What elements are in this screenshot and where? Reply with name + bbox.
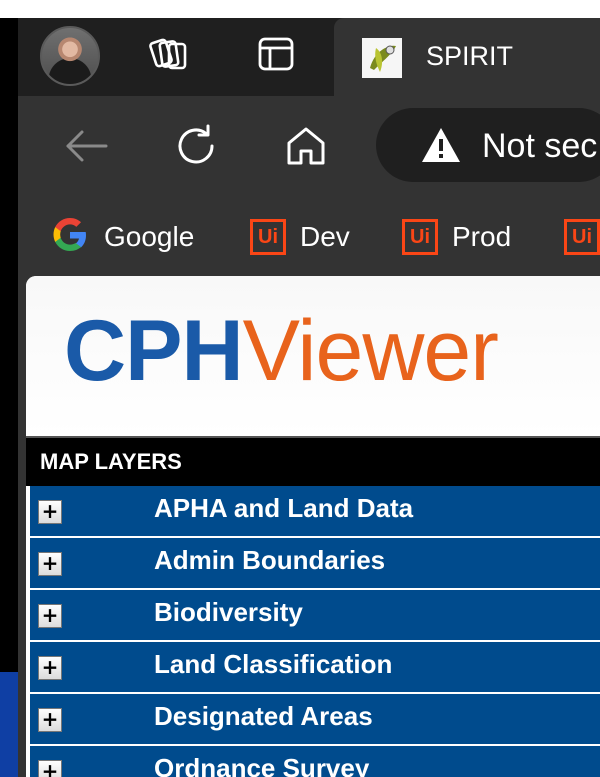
expand-plus-icon[interactable]: +	[38, 500, 62, 524]
layer-label[interactable]: Designated Areas	[154, 694, 373, 738]
expand-plus-icon[interactable]: +	[38, 656, 62, 680]
cphviewer-logo: CPHViewer	[64, 303, 499, 399]
tab-title: SPIRIT	[426, 41, 514, 71]
tab-actions-icon[interactable]	[254, 32, 298, 76]
layer-row-ordnance-survey[interactable]: + Ordnance Survey	[28, 746, 600, 777]
home-icon[interactable]	[280, 120, 332, 172]
bookmark-uipath[interactable]: Ui	[564, 212, 600, 262]
layer-row-apha-land-data[interactable]: + APHA and Land Data	[28, 486, 600, 536]
spirit-favicon-icon	[362, 38, 402, 78]
layer-row-biodiversity[interactable]: + Biodiversity	[28, 590, 600, 640]
map-layers-header: MAP LAYERS	[26, 438, 600, 486]
site-banner: CPHViewer	[26, 276, 600, 436]
bookmark-label: Dev	[300, 221, 350, 252]
map-layer-list: + APHA and Land Data + Admin Boundaries …	[26, 486, 600, 777]
desktop-edge	[0, 18, 18, 777]
title-bar: SPIRIT	[18, 18, 600, 96]
uipath-icon: Ui	[564, 219, 600, 255]
bookmark-dev[interactable]: Ui Dev	[250, 212, 350, 262]
layer-row-land-classification[interactable]: + Land Classification	[28, 642, 600, 692]
layer-row-designated-areas[interactable]: + Designated Areas	[28, 694, 600, 744]
tab-spirit[interactable]: SPIRIT	[334, 18, 600, 96]
layer-label[interactable]: Land Classification	[154, 642, 392, 686]
refresh-icon[interactable]	[170, 120, 222, 172]
expand-plus-icon[interactable]: +	[38, 708, 62, 732]
layer-label[interactable]: APHA and Land Data	[154, 486, 413, 530]
profile-avatar[interactable]	[40, 26, 100, 86]
bookmark-label: Google	[104, 221, 195, 252]
bookmark-google[interactable]: Google	[50, 212, 194, 262]
expand-plus-icon[interactable]: +	[38, 604, 62, 628]
layer-row-admin-boundaries[interactable]: + Admin Boundaries	[28, 538, 600, 588]
warning-icon[interactable]	[420, 126, 462, 169]
back-arrow-icon[interactable]	[60, 120, 112, 172]
bookmarks-bar: Google Ui Dev Ui Prod Ui	[18, 198, 600, 276]
bookmark-prod[interactable]: Ui Prod	[402, 212, 511, 262]
browser-window: SPIRIT Not sec Google Ui Dev Ui Prod Ui …	[18, 18, 600, 777]
layer-label[interactable]: Ordnance Survey	[154, 746, 369, 777]
uipath-icon: Ui	[250, 219, 286, 255]
bookmark-label: Prod	[452, 221, 512, 252]
layer-label[interactable]: Admin Boundaries	[154, 538, 385, 582]
layer-label[interactable]: Biodiversity	[154, 590, 303, 634]
navigation-bar: Not sec	[18, 96, 600, 196]
uipath-icon: Ui	[402, 219, 438, 255]
expand-plus-icon[interactable]: +	[38, 760, 62, 777]
google-icon	[50, 215, 90, 260]
security-status-text[interactable]: Not sec	[482, 126, 597, 166]
workspaces-icon[interactable]	[148, 32, 192, 76]
expand-plus-icon[interactable]: +	[38, 552, 62, 576]
page-content: CPHViewer MAP LAYERS + APHA and Land Dat…	[26, 276, 600, 777]
address-bar[interactable]: Not sec	[376, 108, 600, 182]
